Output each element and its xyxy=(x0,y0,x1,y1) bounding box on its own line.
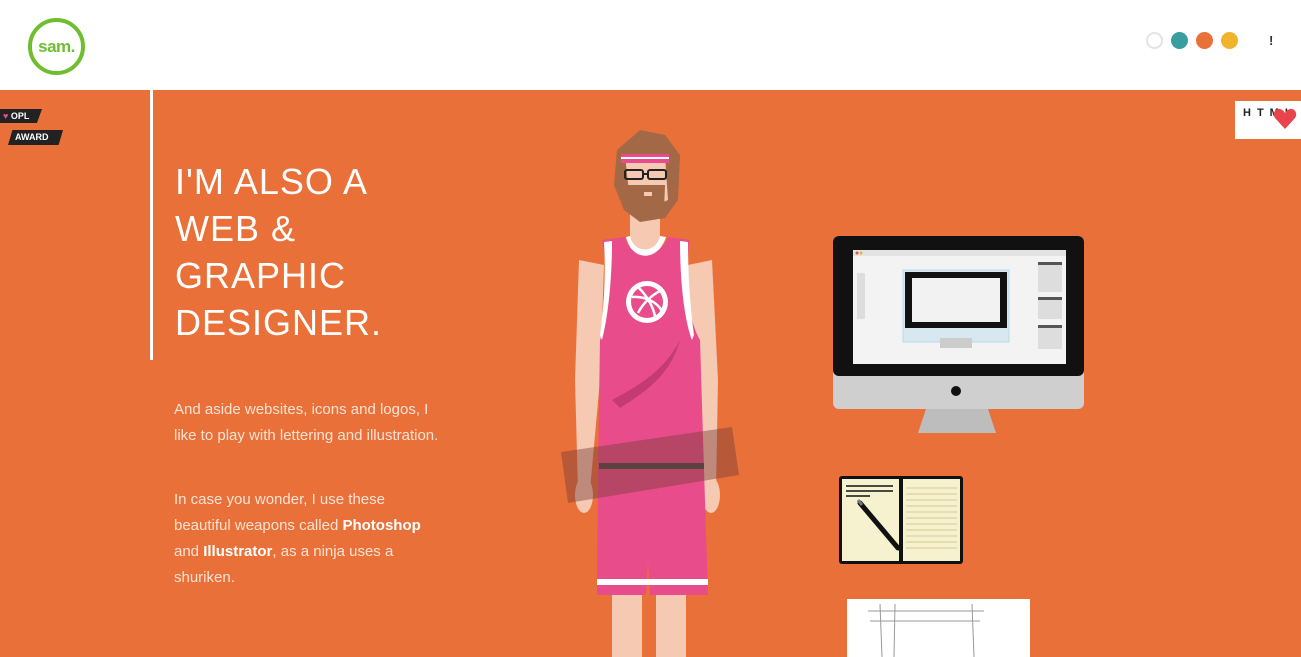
illustration xyxy=(561,130,1084,657)
extra-toggle[interactable]: ! xyxy=(1269,33,1273,48)
notebook-illustration xyxy=(839,476,963,564)
designer-character-illustration xyxy=(561,130,739,657)
site-header: sam. ! xyxy=(0,0,1301,90)
imac-illustration xyxy=(833,236,1084,433)
theme-swatch-teal[interactable] xyxy=(1171,32,1188,49)
theme-swatch-white[interactable] xyxy=(1146,32,1163,49)
theme-color-switcher xyxy=(1146,32,1238,49)
theme-swatch-orange[interactable] xyxy=(1196,32,1213,49)
site-logo[interactable]: sam. xyxy=(28,18,85,75)
theme-swatch-yellow[interactable] xyxy=(1221,32,1238,49)
sketch-paper-illustration xyxy=(847,599,1030,657)
hero-section: ♥ OPL AWARD HTML I'M ALSO A WEB & GRAPHI… xyxy=(0,90,1301,657)
